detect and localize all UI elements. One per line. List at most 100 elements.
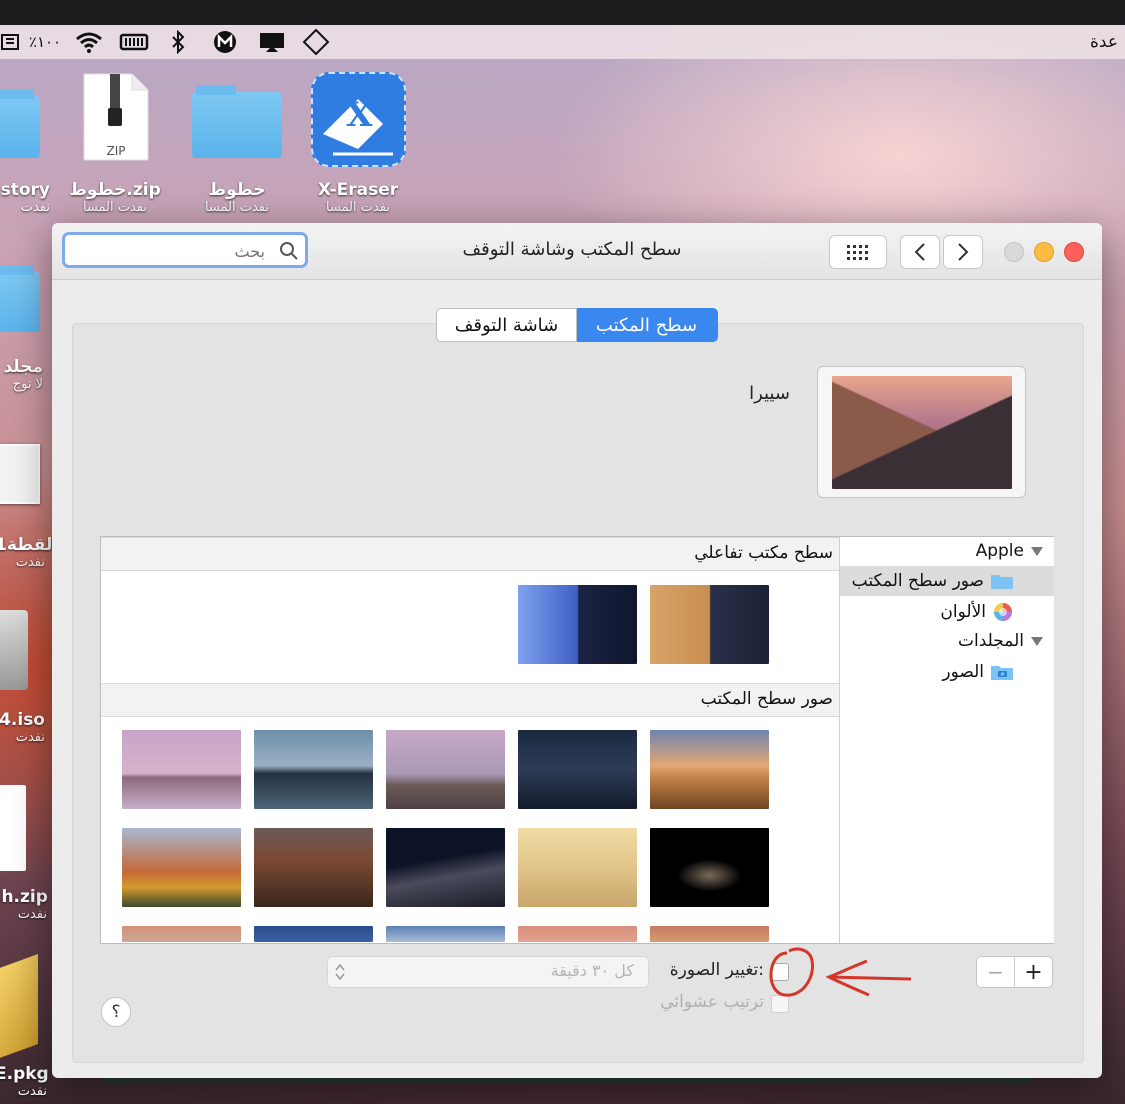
minimize-button[interactable]	[1034, 242, 1054, 262]
add-remove-control: − +	[976, 956, 1053, 988]
wallpaper-thumbnail[interactable]	[122, 730, 241, 809]
interval-popup[interactable]: كل ٣٠ دقيقة	[327, 956, 649, 988]
memory-icon[interactable]	[118, 29, 150, 55]
desktop-item-sub: نفدت المسا	[204, 200, 270, 215]
menu-right-label[interactable]: عدة	[1090, 29, 1125, 55]
zoom-button[interactable]	[1004, 242, 1024, 262]
zip-file-icon	[0, 785, 26, 871]
desktop-item-sub: نفدت المسا	[82, 200, 148, 215]
back-button[interactable]	[900, 235, 940, 269]
window-title: سطح المكتب وشاشة التوقف	[462, 239, 682, 260]
annotation-arrow-icon	[769, 947, 912, 997]
dynamic-mojave-thumbnail[interactable]	[650, 585, 769, 664]
disclosure-triangle-icon[interactable]	[1030, 635, 1044, 647]
folder-icon	[0, 89, 40, 158]
desktop-item-name: 4.iso	[0, 710, 45, 730]
desktop-item-name: مجلد	[3, 357, 43, 377]
change-picture-label: تغيير الصورة:	[669, 960, 764, 980]
wallpaper-thumbnail[interactable]	[518, 828, 637, 907]
random-order-label: ترتيب عشوائي	[660, 992, 764, 1012]
wallpaper-thumbnail[interactable]	[518, 926, 637, 942]
add-folder-button[interactable]: +	[1015, 957, 1052, 987]
wallpaper-thumbnail[interactable]	[518, 730, 637, 809]
desktop-item-sub: نفدت	[15, 730, 45, 745]
section-title: صور سطح المكتب	[700, 689, 833, 709]
menu-bar: ٪١٠٠ عدة	[0, 25, 1125, 59]
wallpaper-thumbnail[interactable]	[386, 828, 505, 907]
picture-browser: سطح مكتب تفاعلي صور سطح المكتب Apple صور…	[100, 536, 1054, 944]
wallpaper-thumbnail[interactable]	[650, 926, 769, 942]
interval-value: كل ٣٠ دقيقة	[550, 961, 634, 980]
section-dynamic-desktop: سطح مكتب تفاعلي	[101, 537, 839, 571]
desktop-item-sub: نفدت المسا	[325, 200, 391, 215]
display-icon[interactable]	[256, 29, 288, 55]
desktop-item-name: خطوط	[208, 180, 266, 200]
diamond-icon[interactable]	[300, 28, 332, 56]
wallpaper-thumbnail[interactable]	[254, 730, 373, 809]
svg-text:X: X	[346, 95, 373, 135]
package-icon	[0, 953, 38, 1061]
folder-icon	[192, 85, 282, 158]
tab-screen-saver[interactable]: شاشة التوقف	[436, 308, 577, 342]
section-title: سطح مكتب تفاعلي	[694, 543, 833, 563]
bluetooth-icon[interactable]	[166, 29, 190, 55]
window-titlebar: سطح المكتب وشاشة التوقف	[52, 223, 1102, 280]
desktop-item-name: خطوط.zip	[69, 180, 161, 200]
wallpaper-thumbnail[interactable]	[386, 926, 505, 942]
screen-top-bezel	[0, 0, 1125, 25]
search-field[interactable]	[62, 232, 308, 268]
source-item-desktop-pictures[interactable]: صور سطح المكتب	[852, 567, 1014, 595]
chevron-right-icon	[958, 243, 969, 261]
wifi-icon[interactable]	[72, 29, 106, 55]
source-group-apple[interactable]: Apple	[976, 537, 1044, 565]
source-group-folders[interactable]: المجلدات	[958, 627, 1044, 655]
desktop-item-sub: نفدت	[17, 907, 47, 922]
disk-image-icon	[0, 610, 28, 690]
desktop-item-name: E.pkg	[0, 1064, 49, 1084]
wallpaper-thumbnail[interactable]	[650, 828, 769, 907]
m-app-icon[interactable]	[210, 29, 240, 55]
source-item-colors[interactable]: الألوان	[940, 598, 1014, 626]
wallpaper-thumbnail[interactable]	[122, 828, 241, 907]
current-wallpaper-name: سييرا	[749, 383, 790, 404]
chevron-left-icon	[914, 243, 925, 261]
wallpaper-thumbnail[interactable]	[122, 926, 241, 942]
section-desktop-pictures: صور سطح المكتب	[101, 683, 839, 717]
source-label: Apple	[975, 541, 1024, 561]
color-wheel-icon	[994, 603, 1012, 621]
folder-icon	[0, 265, 40, 332]
wallpaper-thumbnail[interactable]	[386, 730, 505, 809]
close-button[interactable]	[1064, 242, 1084, 262]
zip-file-icon: ZIP	[82, 72, 150, 162]
desktop-item-sub: نفدت	[15, 555, 45, 570]
desktop-item-name: story	[0, 180, 50, 200]
search-icon	[280, 242, 298, 260]
photos-folder-icon	[991, 666, 1013, 680]
zip-label: ZIP	[106, 144, 126, 158]
folder-icon	[991, 575, 1013, 589]
tab-desktop[interactable]: سطح المكتب	[575, 308, 718, 342]
sierra-thumbnail	[832, 376, 1012, 489]
desktop-screensaver-window: سطح المكتب وشاشة التوقف سطح المكتب شاشة …	[52, 223, 1102, 1078]
search-input[interactable]	[73, 238, 267, 264]
desktop-item-sub: نفدت	[20, 200, 50, 215]
source-label: صور سطح المكتب	[851, 571, 984, 591]
desktop-item-sub: لا توج	[12, 377, 43, 392]
disclosure-triangle-icon[interactable]	[1030, 545, 1044, 557]
dynamic-solar-gradient-thumbnail[interactable]	[518, 585, 637, 664]
wallpaper-thumbnail[interactable]	[254, 926, 373, 942]
popup-arrows-icon	[335, 963, 345, 981]
input-source-icon[interactable]	[0, 29, 20, 55]
wallpaper-thumbnail[interactable]	[650, 730, 769, 809]
wallpaper-thumbnail[interactable]	[254, 828, 373, 907]
remove-folder-button[interactable]: −	[977, 957, 1015, 987]
battery-percent[interactable]: ٪١٠٠	[25, 29, 65, 55]
x-eraser-app-icon: X	[311, 72, 406, 167]
show-all-button[interactable]	[829, 235, 887, 269]
screenshot-thumbnail-icon	[0, 444, 40, 504]
source-item-photos[interactable]: الصور	[942, 658, 1014, 686]
help-button[interactable]: ؟	[101, 997, 131, 1027]
forward-button[interactable]	[943, 235, 983, 269]
current-wallpaper-preview	[817, 366, 1026, 498]
source-label: الألوان	[940, 602, 986, 622]
